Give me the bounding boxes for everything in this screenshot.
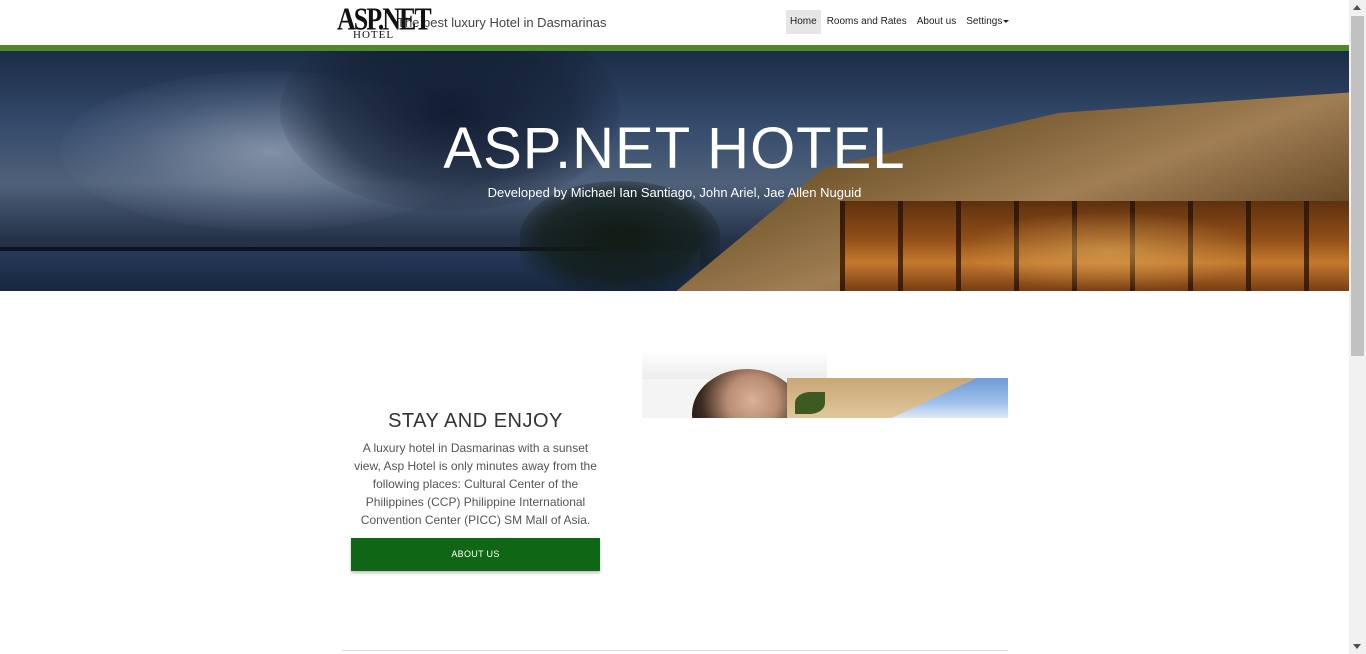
photo-umbrella-sky bbox=[787, 378, 1008, 418]
vertical-scrollbar[interactable] bbox=[1349, 0, 1366, 654]
nav-rooms-and-rates[interactable]: Rooms and Rates bbox=[823, 10, 911, 34]
main-nav: Home Rooms and Rates About us Settings bbox=[786, 10, 1015, 34]
hero-banner: ASP.NET HOTEL Developed by Michael Ian S… bbox=[0, 51, 1349, 291]
brand[interactable]: ASP.NET HOTEL The best luxury Hotel in D… bbox=[337, 2, 607, 41]
scroll-down-arrow-icon[interactable] bbox=[1353, 644, 1361, 649]
nav-settings-label: Settings bbox=[966, 16, 1003, 27]
hero-subtitle: Developed by Michael Ian Santiago, John … bbox=[487, 185, 862, 200]
feature-description: A luxury hotel in Dasmarinas with a suns… bbox=[354, 441, 597, 527]
feature-photo-slider[interactable] bbox=[642, 351, 1008, 418]
top-navbar: ASP.NET HOTEL The best luxury Hotel in D… bbox=[0, 0, 1349, 51]
caret-down-icon bbox=[1003, 19, 1010, 23]
photo-leaf bbox=[795, 392, 825, 414]
scrollbar-thumb[interactable] bbox=[1351, 16, 1364, 356]
nav-about-us[interactable]: About us bbox=[913, 10, 960, 34]
section-divider bbox=[342, 650, 1008, 651]
scroll-up-arrow-icon[interactable] bbox=[1353, 5, 1361, 10]
nav-settings-dropdown[interactable]: Settings bbox=[962, 10, 1013, 34]
feature-title: STAY AND ENJOY bbox=[388, 410, 563, 432]
nav-home[interactable]: Home bbox=[786, 10, 821, 34]
logo-bottom-text: HOTEL bbox=[353, 29, 395, 41]
hero-title: ASP.NET HOTEL bbox=[443, 116, 906, 181]
about-us-button[interactable]: ABOUT US bbox=[351, 538, 600, 571]
hotel-logo[interactable]: ASP.NET HOTEL bbox=[337, 2, 432, 41]
